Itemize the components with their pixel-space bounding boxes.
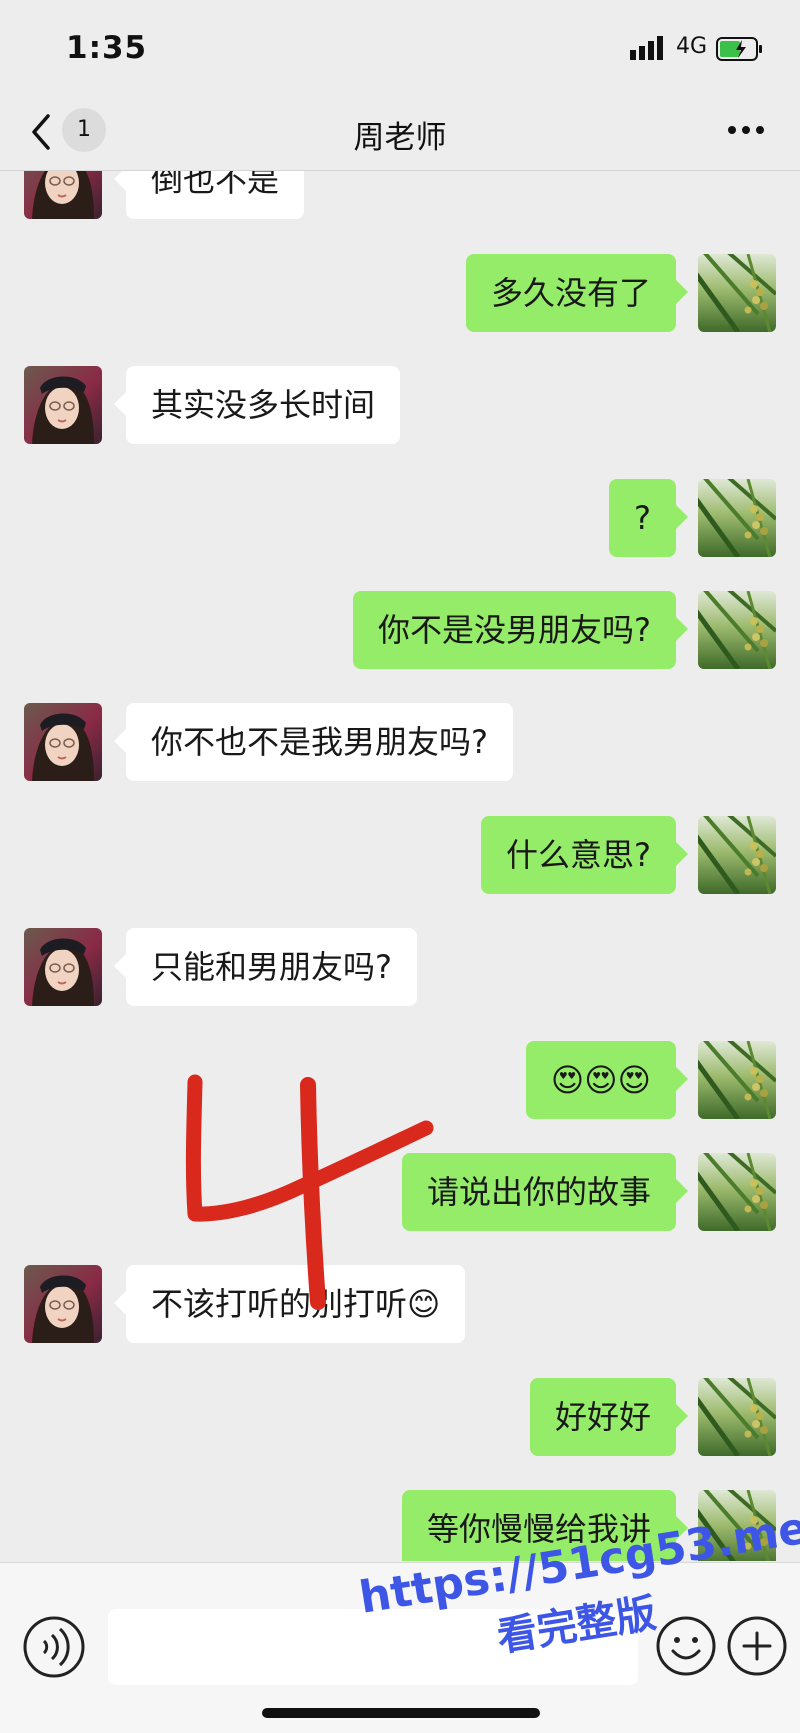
message-bubble[interactable]: 其实没多长时间 (113, 366, 401, 444)
contact-avatar[interactable] (24, 366, 102, 444)
message-bubble[interactable]: 😍😍😍 (525, 1041, 689, 1119)
signal-icon (630, 36, 663, 60)
message-sent: 请说出你的故事 (0, 1153, 800, 1233)
user-avatar[interactable] (698, 1378, 776, 1456)
message-received: 只能和男朋友吗? (0, 928, 800, 1008)
contact-avatar[interactable] (24, 703, 102, 781)
chat-title: 周老师 (353, 120, 447, 156)
status-time: 1:35 (66, 30, 148, 66)
message-bubble[interactable]: 你不是没男朋友吗? (353, 591, 688, 669)
contact-avatar[interactable] (24, 928, 102, 1006)
message-bubble[interactable]: 请说出你的故事 (401, 1153, 689, 1231)
message-bubble[interactable]: 好好好 (529, 1378, 689, 1456)
user-avatar[interactable] (698, 1041, 776, 1119)
message-sent: 你不是没男朋友吗? (0, 591, 800, 671)
message-sent: 多久没有了 (0, 254, 800, 334)
user-avatar[interactable] (698, 591, 776, 669)
emoji-icon[interactable] (655, 1615, 717, 1677)
message-received: 你不也不是我男朋友吗? (0, 703, 800, 783)
message-sent: 😍😍😍 (0, 1041, 800, 1121)
battery-icon (716, 37, 762, 61)
message-bubble[interactable]: ? (609, 479, 688, 557)
user-avatar[interactable] (698, 1490, 776, 1561)
contact-avatar[interactable] (24, 1265, 102, 1343)
home-indicator[interactable] (262, 1708, 540, 1718)
user-avatar[interactable] (698, 479, 776, 557)
message-sent: 好好好 (0, 1378, 800, 1458)
network-type: 4G (676, 34, 708, 59)
chat-header: 1 周老师 (0, 96, 800, 171)
message-received: 倒也不是 (0, 171, 800, 221)
voice-icon[interactable] (22, 1615, 86, 1679)
message-list[interactable]: 倒也不是 多久没有了 其实没多长时间 ? 你不是没男朋友吗? 你不也不是我男朋友… (0, 171, 800, 1561)
message-received: 不该打听的别打听😊 (0, 1265, 800, 1345)
message-bubble[interactable]: 多久没有了 (465, 254, 689, 332)
message-received: 其实没多长时间 (0, 366, 800, 446)
plus-icon[interactable] (726, 1615, 788, 1677)
message-sent: 什么意思? (0, 816, 800, 896)
user-avatar[interactable] (698, 254, 776, 332)
ellipsis-icon[interactable] (726, 124, 766, 136)
user-avatar[interactable] (698, 1153, 776, 1231)
message-sent: ? (0, 479, 800, 559)
message-bubble[interactable]: 等你慢慢给我讲 (401, 1490, 689, 1561)
message-input[interactable] (108, 1609, 638, 1685)
message-bubble[interactable]: 你不也不是我男朋友吗? (114, 703, 513, 781)
message-sent: 等你慢慢给我讲 (0, 1490, 800, 1561)
message-bubble[interactable]: 倒也不是 (113, 171, 305, 219)
message-bubble[interactable]: 不该打听的别打听😊 (113, 1265, 466, 1343)
message-bubble[interactable]: 什么意思? (481, 816, 688, 894)
status-bar: 1:35 4G (0, 0, 800, 96)
user-avatar[interactable] (698, 816, 776, 894)
contact-avatar[interactable] (24, 171, 102, 219)
message-bubble[interactable]: 只能和男朋友吗? (114, 928, 417, 1006)
